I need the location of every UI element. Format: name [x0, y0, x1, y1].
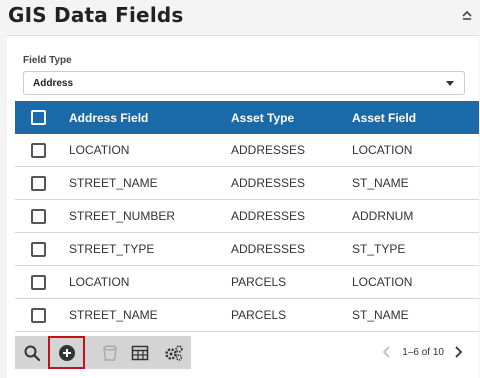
row-checkbox[interactable] [31, 274, 46, 290]
row-checkbox[interactable] [31, 208, 46, 224]
gis-fields-panel: Field Type Address Address Field Asset T… [7, 35, 479, 378]
row-checkbox[interactable] [31, 307, 46, 323]
col-asset-type[interactable]: Asset Type [231, 101, 352, 134]
search-icon [24, 345, 41, 362]
asset-type-cell: ADDRESSES [231, 134, 352, 167]
asset-field-cell: ST_NAME [352, 298, 479, 332]
asset-field-cell: LOCATION [352, 134, 479, 167]
table-header-row: Address Field Asset Type Asset Field [15, 101, 479, 134]
col-asset-field[interactable]: Asset Field [352, 101, 479, 134]
address-field-cell: STREET_NAME [69, 166, 231, 200]
field-type-value: Address [33, 78, 74, 89]
asset-type-cell: ADDRESSES [231, 232, 352, 266]
asset-field-cell: ADDRNUM [352, 199, 479, 233]
table-row[interactable]: LOCATION ADDRESSES LOCATION [15, 134, 479, 167]
select-all-cell [15, 101, 69, 134]
asset-type-cell: PARCELS [231, 298, 352, 332]
asset-type-cell: PARCELS [231, 265, 352, 299]
section-header: GIS Data Fields [0, 0, 480, 34]
delete-icon [103, 345, 117, 361]
select-all-checkbox[interactable] [31, 110, 46, 125]
address-field-cell: STREET_NUMBER [69, 199, 231, 233]
pagination-text: 1–6 of 10 [402, 346, 444, 358]
prev-page-icon[interactable] [380, 345, 394, 359]
caret-down-icon [446, 81, 454, 86]
table-icon [131, 345, 149, 361]
col-address-field[interactable]: Address Field [69, 101, 231, 134]
table-toolbar [15, 336, 191, 369]
pagination: 1–6 of 10 [380, 345, 465, 359]
table-row[interactable]: STREET_NAME PARCELS ST_NAME [15, 298, 479, 332]
table-row[interactable]: STREET_NAME ADDRESSES ST_NAME [15, 166, 479, 200]
settings-button[interactable] [161, 340, 187, 366]
search-button[interactable] [19, 340, 45, 366]
add-button[interactable] [48, 336, 85, 369]
address-field-cell: LOCATION [69, 265, 231, 299]
add-icon [58, 344, 75, 361]
page-title: GIS Data Fields [8, 3, 184, 27]
table-row[interactable]: STREET_TYPE ADDRESSES ST_TYPE [15, 232, 479, 266]
asset-field-cell: LOCATION [352, 265, 479, 299]
address-field-cell: LOCATION [69, 134, 231, 167]
asset-type-cell: ADDRESSES [231, 166, 352, 200]
table-row[interactable]: LOCATION PARCELS LOCATION [15, 265, 479, 299]
asset-field-cell: ST_NAME [352, 166, 479, 200]
asset-type-cell: ADDRESSES [231, 199, 352, 233]
row-checkbox[interactable] [31, 175, 46, 191]
settings-icon [165, 345, 183, 361]
row-checkbox[interactable] [31, 142, 46, 158]
next-page-icon[interactable] [451, 345, 465, 359]
row-checkbox[interactable] [31, 241, 46, 257]
gis-fields-table: Address Field Asset Type Asset Field LOC… [15, 101, 479, 332]
asset-field-cell: ST_TYPE [352, 232, 479, 266]
address-field-cell: STREET_TYPE [69, 232, 231, 266]
table-row[interactable]: STREET_NUMBER ADDRESSES ADDRNUM [15, 199, 479, 233]
collapse-icon[interactable] [460, 9, 474, 23]
delete-button[interactable] [97, 340, 123, 366]
field-type-label: Field Type [23, 55, 72, 66]
address-field-cell: STREET_NAME [69, 298, 231, 332]
table-view-button[interactable] [127, 340, 153, 366]
field-type-select[interactable]: Address [23, 71, 465, 95]
